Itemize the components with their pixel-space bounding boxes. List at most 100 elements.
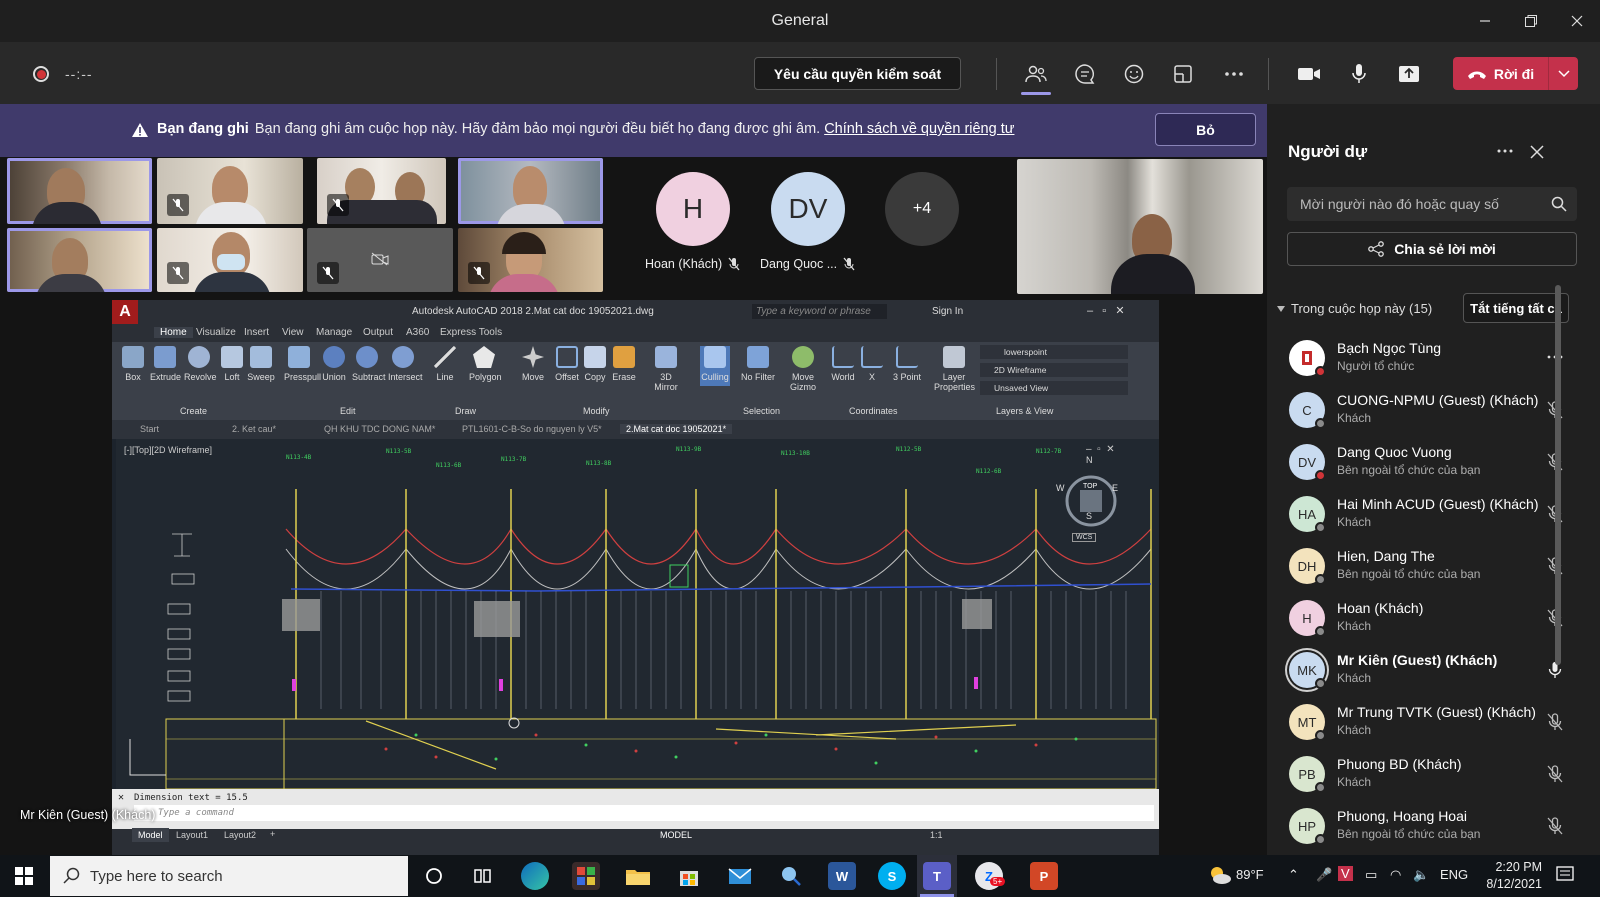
- battery-icon[interactable]: ▭: [1365, 867, 1377, 883]
- video-tile-large[interactable]: [1017, 159, 1263, 294]
- participant-row[interactable]: H Hoan (Khách) Khách: [1267, 592, 1600, 644]
- more-actions-button[interactable]: [1219, 59, 1249, 89]
- menu-tab-manage[interactable]: Manage: [316, 327, 352, 338]
- ribbon-revolve-button[interactable]: Revolve: [184, 346, 217, 382]
- ribbon-move-gizmo-button[interactable]: Move Gizmo: [786, 346, 820, 392]
- participant-row[interactable]: HP Phuong, Hoang Hoai Bên ngoài tổ chức …: [1267, 800, 1600, 852]
- ribbon-union-button[interactable]: Union: [319, 346, 349, 382]
- in-meeting-section-toggle[interactable]: Trong cuộc họp này (15): [1277, 301, 1432, 316]
- ribbon-no-filter-button[interactable]: No Filter: [738, 346, 778, 382]
- annotation-scale[interactable]: 1:1: [930, 830, 943, 840]
- panel-more-button[interactable]: [1496, 142, 1514, 165]
- viewcube-south[interactable]: S: [1086, 511, 1092, 521]
- start-button[interactable]: [10, 862, 38, 890]
- invite-search-input[interactable]: Mời người nào đó hoặc quay số: [1287, 187, 1577, 221]
- viewcube-top[interactable]: TOP: [1083, 483, 1097, 490]
- system-clock[interactable]: 2:20 PM 8/12/2021: [1472, 859, 1542, 893]
- add-layout-icon[interactable]: +: [270, 829, 275, 839]
- wcs-menu[interactable]: WCS: [1072, 533, 1097, 542]
- doc-tab-active[interactable]: 2.Mat cat doc 19052021*: [620, 424, 733, 434]
- microphone-button[interactable]: [1344, 59, 1374, 89]
- ribbon-offset-button[interactable]: Offset: [552, 346, 582, 382]
- model-space-toggle[interactable]: MODEL: [660, 830, 692, 840]
- participant-row[interactable]: DH Hien, Dang The Bên ngoài tổ chức của …: [1267, 540, 1600, 592]
- close-panel-button[interactable]: [1530, 145, 1544, 164]
- ribbon-group-edit[interactable]: Edit: [340, 406, 356, 416]
- video-tile[interactable]: [157, 228, 303, 292]
- video-tile[interactable]: [7, 158, 152, 224]
- share-invite-button[interactable]: Chia sẻ lời mời: [1287, 232, 1577, 266]
- viewcube-west[interactable]: W: [1056, 483, 1065, 493]
- chat-button[interactable]: [1070, 59, 1100, 89]
- video-tile[interactable]: [458, 158, 603, 224]
- sign-in-link[interactable]: Sign In: [932, 306, 963, 317]
- ribbon-group-modify[interactable]: Modify: [583, 406, 610, 416]
- taskbar-search-box[interactable]: Type here to search: [50, 856, 408, 896]
- input-language[interactable]: ENG: [1440, 867, 1468, 882]
- video-tile[interactable]: [7, 228, 152, 292]
- request-control-button[interactable]: Yêu cầu quyền kiểm soát: [754, 57, 961, 90]
- ribbon-copy-button[interactable]: Copy: [580, 346, 610, 382]
- menu-tab-output[interactable]: Output: [363, 327, 393, 338]
- participant-row[interactable]: HA Hai Minh ACUD (Guest) (Khách) Khách: [1267, 488, 1600, 540]
- menu-tab-insert[interactable]: Insert: [244, 327, 269, 338]
- ribbon-intersect-button[interactable]: Intersect: [388, 346, 423, 382]
- photo-app-icon[interactable]: [572, 862, 600, 890]
- search-app-icon[interactable]: [777, 862, 805, 890]
- autocad-search[interactable]: Type a keyword or phrase: [752, 304, 887, 319]
- ribbon-subtract-button[interactable]: Subtract: [352, 346, 386, 382]
- weather-icon[interactable]: [1208, 864, 1232, 891]
- camera-button[interactable]: [1294, 59, 1324, 89]
- viewcube-north[interactable]: N: [1086, 455, 1093, 465]
- ribbon-extrude-button[interactable]: Extrude: [150, 346, 181, 382]
- mute-all-button[interactable]: Tắt tiếng tất cả: [1463, 293, 1569, 323]
- menu-tab-a360[interactable]: A360: [406, 327, 429, 338]
- ribbon-group-draw[interactable]: Draw: [455, 406, 476, 416]
- layout-tab-layout1[interactable]: Layout1: [176, 830, 208, 840]
- ribbon-group-layers-view[interactable]: Layers & View: [996, 406, 1053, 416]
- video-tile[interactable]: [157, 158, 303, 224]
- cortana-button[interactable]: [420, 862, 448, 890]
- ribbon-line-button[interactable]: Line: [430, 346, 460, 382]
- tray-microphone-icon[interactable]: 🎤: [1316, 867, 1332, 883]
- participant-row[interactable]: DV Dang Quoc Vuong Bên ngoài tổ chức của…: [1267, 436, 1600, 488]
- ribbon-3-point-button[interactable]: 3 Point: [890, 346, 924, 382]
- autocad-drawing-viewport[interactable]: [-][Top][2D Wireframe] N113-4B N113-5B N11…: [116, 439, 1159, 789]
- word-app-icon[interactable]: W: [828, 862, 856, 890]
- ribbon-move-button[interactable]: Move: [518, 346, 548, 382]
- menu-tab-express-tools[interactable]: Express Tools: [440, 327, 502, 338]
- autocad-window-controls[interactable]: – ▫ ✕: [1087, 304, 1125, 317]
- action-center-icon[interactable]: [1555, 865, 1575, 890]
- ribbon-culling-button[interactable]: Culling: [700, 346, 730, 386]
- tray-app-icon[interactable]: V: [1338, 866, 1353, 881]
- teams-app-icon[interactable]: T: [923, 862, 951, 890]
- powerpoint-app-icon[interactable]: P: [1030, 862, 1058, 890]
- video-tile[interactable]: [317, 158, 446, 224]
- doc-tab[interactable]: QH KHU TDC DONG NAM*: [324, 424, 435, 434]
- participant-avatar[interactable]: H: [656, 172, 730, 246]
- viewcube-east[interactable]: E: [1112, 483, 1118, 493]
- weather-temperature[interactable]: 89°F: [1236, 867, 1264, 882]
- ribbon-loft-button[interactable]: Loft: [217, 346, 247, 382]
- overflow-participants-button[interactable]: +4: [885, 172, 959, 246]
- doc-tab[interactable]: PTL1601-C-B-So do nguyen ly V5*: [462, 424, 602, 434]
- ribbon-box-button[interactable]: Box: [118, 346, 148, 382]
- viewport-controls[interactable]: – ▫ ✕: [1086, 444, 1115, 455]
- task-view-button[interactable]: [469, 862, 497, 890]
- doc-tab[interactable]: Start: [140, 424, 159, 434]
- ribbon-polygon-button[interactable]: Polygon: [469, 346, 502, 382]
- skype-app-icon[interactable]: S: [878, 862, 906, 890]
- named-view-dropdown[interactable]: Unsaved View: [980, 381, 1128, 395]
- ribbon-sweep-button[interactable]: Sweep: [246, 346, 276, 382]
- volume-icon[interactable]: 🔈: [1413, 867, 1429, 883]
- rooms-button[interactable]: [1168, 59, 1198, 89]
- menu-tab-visualize[interactable]: Visualize: [196, 327, 236, 338]
- participant-row[interactable]: MT Mr Trung TVTK (Guest) (Khách) Khách: [1267, 696, 1600, 748]
- command-input[interactable]: Type a command: [134, 805, 1154, 821]
- menu-tab-home[interactable]: Home: [154, 327, 193, 338]
- leave-button[interactable]: Rời đi: [1453, 57, 1578, 90]
- ribbon-world-button[interactable]: World: [828, 346, 858, 382]
- participants-button[interactable]: [1021, 59, 1051, 89]
- share-screen-button[interactable]: [1394, 59, 1424, 89]
- layout-tab-layout2[interactable]: Layout2: [224, 830, 256, 840]
